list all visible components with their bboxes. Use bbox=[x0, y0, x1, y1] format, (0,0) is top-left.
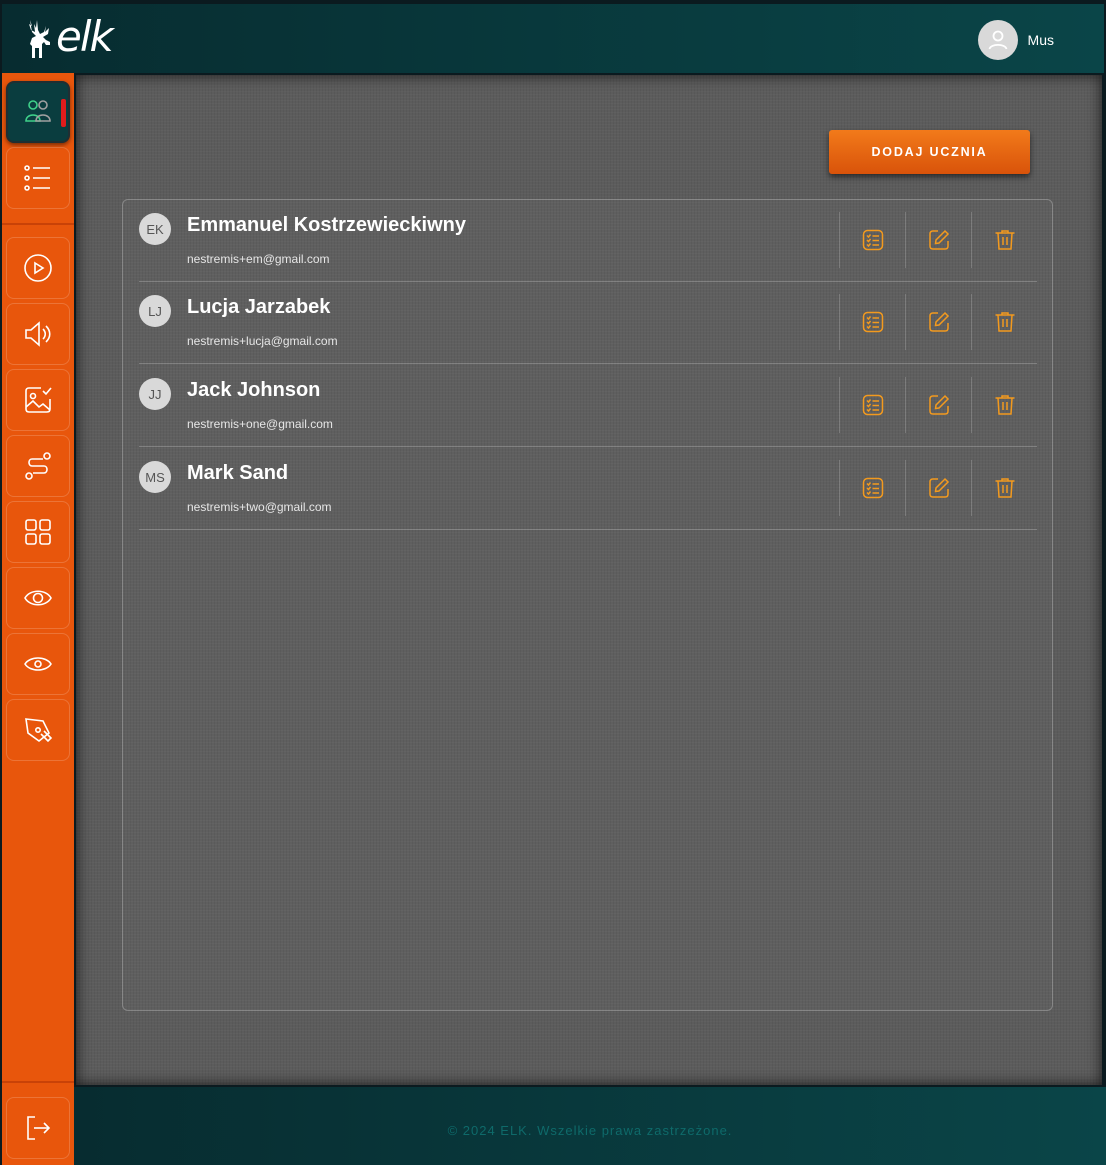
tasks-button[interactable] bbox=[839, 377, 905, 433]
row-actions bbox=[839, 460, 1037, 516]
edit-button[interactable] bbox=[905, 460, 971, 516]
user-icon bbox=[988, 30, 1007, 50]
elk-icon bbox=[29, 20, 50, 58]
student-email: nestremis+em@gmail.com bbox=[187, 252, 330, 266]
edit-button[interactable] bbox=[905, 294, 971, 350]
edit-icon bbox=[928, 477, 949, 498]
delete-button[interactable] bbox=[971, 460, 1037, 516]
student-avatar: LJ bbox=[139, 295, 171, 327]
edit-icon bbox=[928, 394, 949, 415]
edit-button[interactable] bbox=[905, 212, 971, 268]
pen-tool-icon bbox=[25, 718, 53, 743]
sidebar-bottom-divider bbox=[2, 1081, 74, 1083]
edit-icon bbox=[928, 229, 949, 250]
elk-logo[interactable]: elk bbox=[26, 12, 114, 66]
row-actions bbox=[839, 377, 1037, 433]
logout-icon bbox=[27, 1116, 51, 1140]
sidebar-item-image-check[interactable] bbox=[6, 369, 70, 431]
add-student-button[interactable]: DODAJ UCZNIA bbox=[829, 130, 1030, 174]
delete-button[interactable] bbox=[971, 294, 1037, 350]
student-name: Jack Johnson bbox=[187, 379, 321, 401]
trash-icon bbox=[995, 230, 1014, 250]
sidebar-item-grid[interactable] bbox=[6, 501, 70, 563]
sidebar-item-audio[interactable] bbox=[6, 303, 70, 365]
copyright-text: © 2024 ELK. Wszelkie prawa zastrzeżone. bbox=[447, 1123, 733, 1138]
checklist-icon bbox=[862, 311, 883, 333]
checklist-icon bbox=[862, 229, 883, 251]
delete-button[interactable] bbox=[971, 377, 1037, 433]
footer: © 2024 ELK. Wszelkie prawa zastrzeżone. bbox=[74, 1087, 1106, 1165]
checklist-icon bbox=[862, 394, 883, 416]
student-list-panel: EK Emmanuel Kostrzewieckiwny nestremis+e… bbox=[122, 199, 1053, 1011]
sidebar-item-students[interactable] bbox=[6, 81, 70, 143]
logo-text: elk bbox=[56, 12, 114, 61]
student-email: nestremis+lucja@gmail.com bbox=[187, 334, 338, 348]
sidebar-item-eye-small[interactable] bbox=[6, 633, 70, 695]
user-menu[interactable]: Mus bbox=[977, 20, 1054, 60]
student-name: Lucja Jarzabek bbox=[187, 296, 331, 318]
sidebar bbox=[2, 73, 74, 1165]
top-bar: elk Mus bbox=[2, 4, 1104, 73]
student-row[interactable]: MS Mark Sand nestremis+two@gmail.com bbox=[139, 448, 1037, 530]
sidebar-divider bbox=[2, 223, 74, 225]
users-icon bbox=[25, 100, 51, 122]
student-name: Emmanuel Kostrzewieckiwny bbox=[187, 214, 466, 236]
delete-button[interactable] bbox=[971, 212, 1037, 268]
logout-button[interactable] bbox=[6, 1097, 70, 1159]
row-actions bbox=[839, 212, 1037, 268]
student-avatar: EK bbox=[139, 213, 171, 245]
edit-icon bbox=[928, 311, 949, 332]
active-indicator bbox=[61, 99, 66, 127]
tasks-button[interactable] bbox=[839, 294, 905, 350]
user-name[interactable]: Mus bbox=[1028, 32, 1054, 48]
eye-small-icon bbox=[24, 657, 52, 671]
eye-icon bbox=[24, 590, 52, 606]
sidebar-item-pen-tool[interactable] bbox=[6, 699, 70, 761]
sidebar-item-list[interactable] bbox=[6, 147, 70, 209]
checklist-icon bbox=[862, 477, 883, 499]
student-name: Mark Sand bbox=[187, 462, 289, 484]
sidebar-item-eye[interactable] bbox=[6, 567, 70, 629]
trash-icon bbox=[995, 395, 1014, 415]
student-row[interactable]: LJ Lucja Jarzabek nestremis+lucja@gmail.… bbox=[139, 282, 1037, 364]
avatar[interactable] bbox=[977, 20, 1018, 60]
sidebar-item-play[interactable] bbox=[6, 237, 70, 299]
student-row[interactable]: JJ Jack Johnson nestremis+one@gmail.com bbox=[139, 365, 1037, 447]
list-icon bbox=[24, 165, 50, 191]
student-row[interactable]: EK Emmanuel Kostrzewieckiwny nestremis+e… bbox=[139, 200, 1037, 282]
tasks-button[interactable] bbox=[839, 212, 905, 268]
trash-icon bbox=[995, 478, 1014, 498]
grid-icon bbox=[25, 519, 51, 545]
row-actions bbox=[839, 294, 1037, 350]
main-content: DODAJ UCZNIA EK Emmanuel Kostrzewieckiwn… bbox=[76, 75, 1102, 1085]
tasks-button[interactable] bbox=[839, 460, 905, 516]
student-email: nestremis+two@gmail.com bbox=[187, 500, 332, 514]
edit-button[interactable] bbox=[905, 377, 971, 433]
speaker-icon bbox=[25, 321, 51, 347]
route-icon bbox=[25, 452, 51, 480]
student-avatar: MS bbox=[139, 461, 171, 493]
trash-icon bbox=[995, 312, 1014, 332]
image-check-icon bbox=[25, 387, 52, 413]
sidebar-item-route[interactable] bbox=[6, 435, 70, 497]
student-email: nestremis+one@gmail.com bbox=[187, 417, 333, 431]
student-avatar: JJ bbox=[139, 378, 171, 410]
play-icon bbox=[24, 254, 52, 282]
